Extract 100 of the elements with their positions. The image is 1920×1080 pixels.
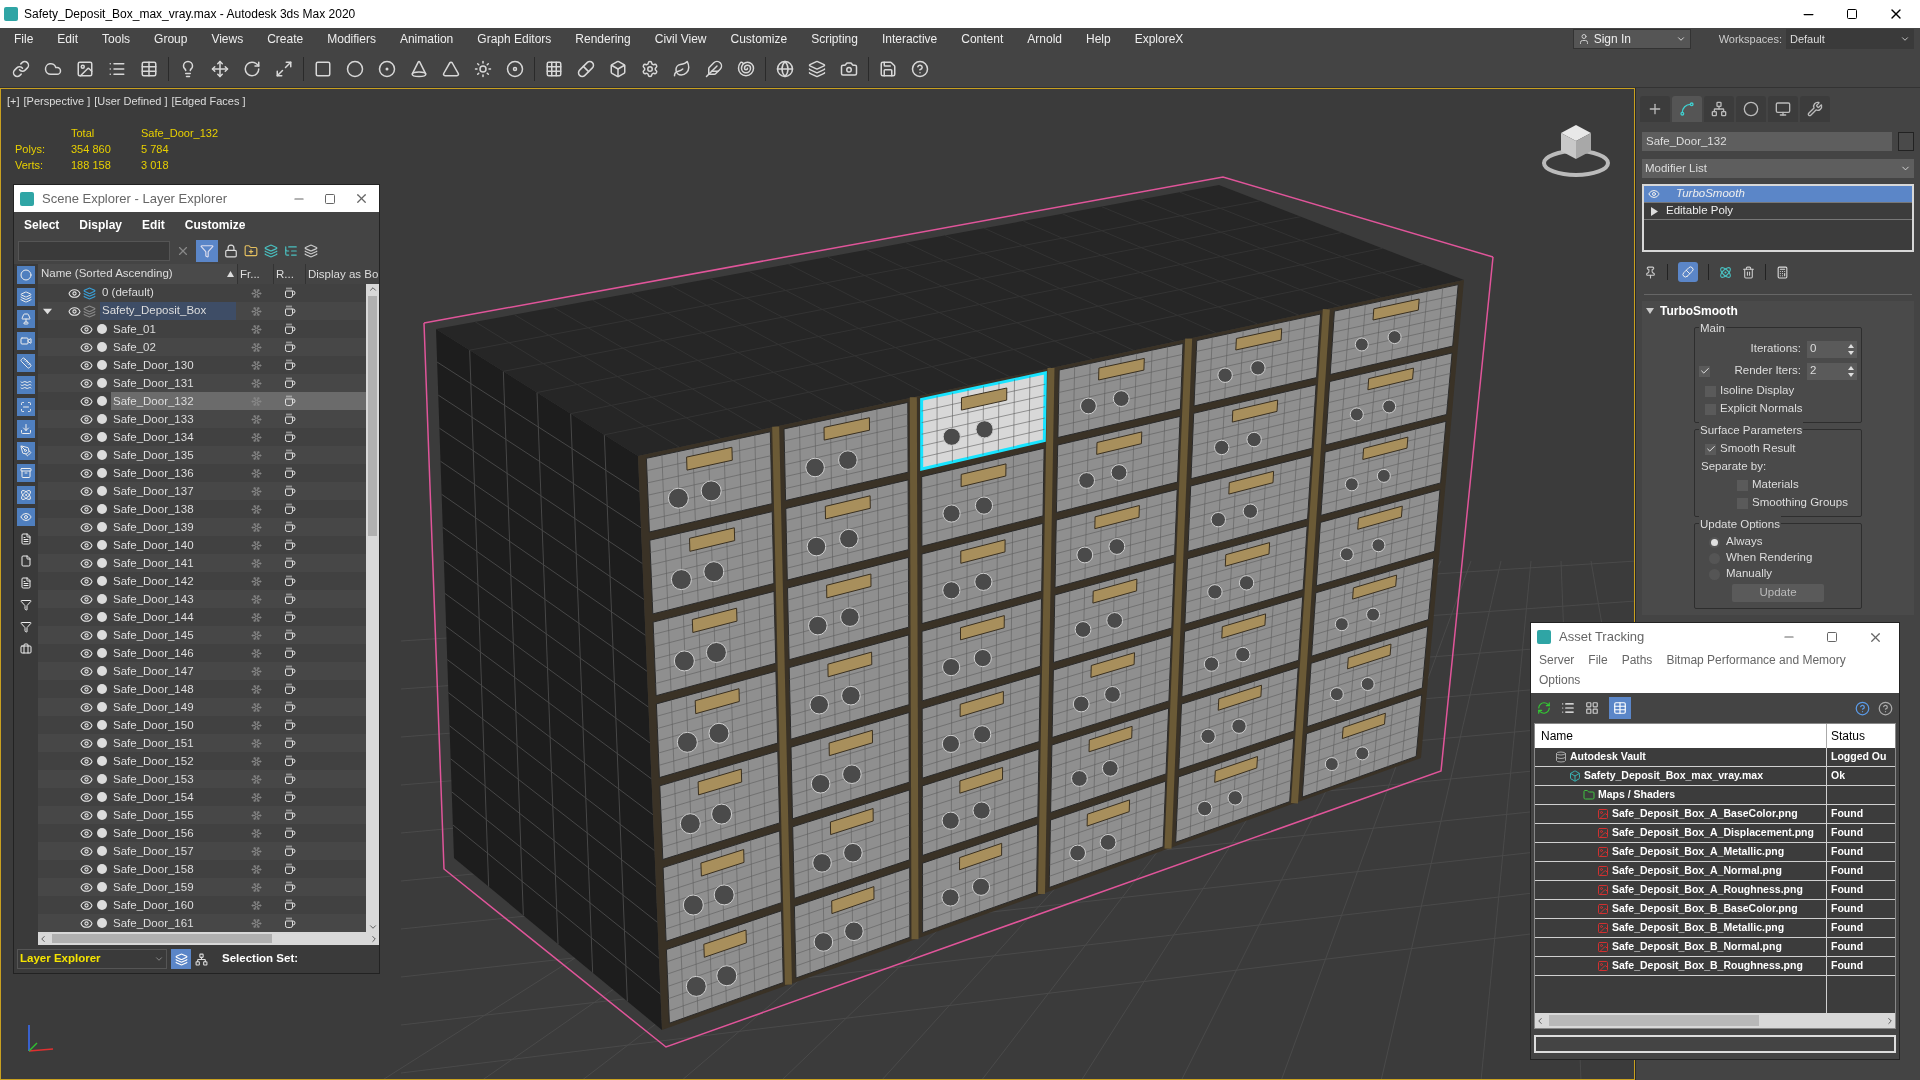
teapot-icon[interactable] [284,647,296,659]
snowflake-icon[interactable] [250,503,262,515]
menu-item[interactable]: Group [154,30,188,48]
menu-item[interactable]: Arnold [1027,30,1062,48]
object-row[interactable]: Safe_Door_153 [38,770,366,788]
object-row[interactable]: Safe_Door_130 [38,356,366,374]
snowflake-icon[interactable] [250,755,262,767]
scroll-right-icon[interactable] [1885,1015,1895,1026]
teapot-icon[interactable] [284,575,296,587]
menu-item[interactable]: Customize [730,30,788,48]
briefcase-icon[interactable] [20,643,32,655]
snowflake-icon[interactable] [250,431,262,443]
viewport-label[interactable]: [+] [7,93,20,110]
teapot-icon[interactable] [284,539,296,551]
eye-icon[interactable] [80,556,93,570]
object-row[interactable]: Safe_01 [38,320,366,338]
snowflake-icon[interactable] [250,341,262,353]
object-row[interactable]: Safe_Door_133 [38,410,366,428]
object-row[interactable]: Safe_Door_143 [38,590,366,608]
sort-arrow-icon[interactable] [227,271,234,277]
snowflake-icon[interactable] [250,629,262,641]
scroll-down-icon[interactable] [367,922,378,932]
sign-in-dropdown[interactable]: Sign In [1572,29,1691,49]
snowflake-icon[interactable] [250,719,262,731]
snowflake-icon[interactable] [250,575,262,587]
clear-icon[interactable] [176,244,190,258]
snowflake-icon[interactable] [250,773,262,785]
eye-icon[interactable] [80,394,93,408]
list-icon[interactable] [1561,701,1575,715]
eye-icon[interactable] [80,484,93,498]
teapot-icon[interactable] [284,323,296,335]
archive-icon[interactable] [20,467,32,479]
panel-tab[interactable] [1640,96,1670,122]
snowflake-icon[interactable] [250,305,262,317]
update-button[interactable]: Update [1732,584,1824,602]
object-row[interactable]: Safe_Door_154 [38,788,366,806]
object-row[interactable]: Safe_Door_146 [38,644,366,662]
snowflake-icon[interactable] [250,413,262,425]
teapot-icon[interactable] [284,737,296,749]
menu-item[interactable]: Tools [102,30,131,48]
eye-icon[interactable] [80,736,93,750]
grid-icon[interactable] [1585,701,1599,715]
object-row[interactable]: Safe_Door_159 [38,878,366,896]
download-icon[interactable] [20,423,32,435]
teapot-icon[interactable] [284,629,296,641]
teapot-icon[interactable] [284,467,296,479]
eye-icon[interactable] [80,790,93,804]
menu-item[interactable]: Modifiers [327,30,376,48]
snowflake-icon[interactable] [250,485,262,497]
object-row[interactable]: Safe_Door_155 [38,806,366,824]
viewport-label[interactable]: [Perspective ] [23,93,91,110]
ruler-icon[interactable] [20,357,32,369]
panel-tab[interactable] [1800,96,1830,122]
explorer-dropdown[interactable]: Layer Explorer [17,949,167,969]
object-row[interactable]: Safe_Door_160 [38,896,366,914]
layers-icon[interactable] [20,291,32,303]
scrollbar[interactable] [366,284,379,932]
snowflake-icon[interactable] [250,377,262,389]
menu-item[interactable]: Bitmap Performance and Memory [1666,651,1846,669]
menu-item[interactable]: Civil View [654,30,707,48]
waves-icon[interactable] [20,379,32,391]
menu-item[interactable]: Scripting [811,30,858,48]
scroll-left-icon[interactable] [38,933,48,944]
scrollbar[interactable] [1535,1013,1895,1028]
snowflake-icon[interactable] [250,845,262,857]
menu-item[interactable]: Server [1539,651,1575,669]
object-row[interactable]: Safe_Door_144 [38,608,366,626]
expand-arrow-icon[interactable] [1650,206,1658,216]
frame-icon[interactable] [20,401,32,413]
layer-name[interactable]: Safety_Deposit_Box [100,302,237,320]
caret-icon[interactable] [1675,34,1686,44]
eye-icon[interactable] [80,322,93,336]
pin-icon[interactable] [1644,265,1657,279]
document-icon[interactable] [20,577,32,589]
eye-icon[interactable] [80,448,93,462]
checkbox[interactable] [1705,443,1716,455]
file-icon[interactable] [20,555,32,567]
add-layer-icon[interactable] [244,244,258,258]
eye-icon[interactable] [80,376,93,390]
filter-icon[interactable] [20,621,32,633]
panel-tab[interactable] [1736,96,1766,122]
spinner-field[interactable]: 0 [1807,340,1857,358]
object-row[interactable]: Safe_Door_131 [38,374,366,392]
expand-arrow-icon[interactable] [42,306,52,316]
snowflake-icon[interactable] [250,611,262,623]
snowflake-icon[interactable] [250,467,262,479]
eye-icon[interactable] [80,358,93,372]
eye-icon[interactable] [80,808,93,822]
object-row[interactable]: Safe_Door_137 [38,482,366,500]
scroll-left-icon[interactable] [1535,1015,1545,1026]
maximize-icon[interactable] [1846,8,1858,20]
object-name-field[interactable]: Safe_Door_132 [1642,132,1892,151]
snowflake-icon[interactable] [250,539,262,551]
snowflake-icon[interactable] [250,917,262,929]
eye-icon[interactable] [80,682,93,696]
teapot-icon[interactable] [284,809,296,821]
menu-item[interactable]: Interactive [881,30,938,48]
trash-icon[interactable] [1742,265,1755,279]
panel-tab[interactable] [1704,96,1734,122]
eye-icon[interactable] [80,430,93,444]
